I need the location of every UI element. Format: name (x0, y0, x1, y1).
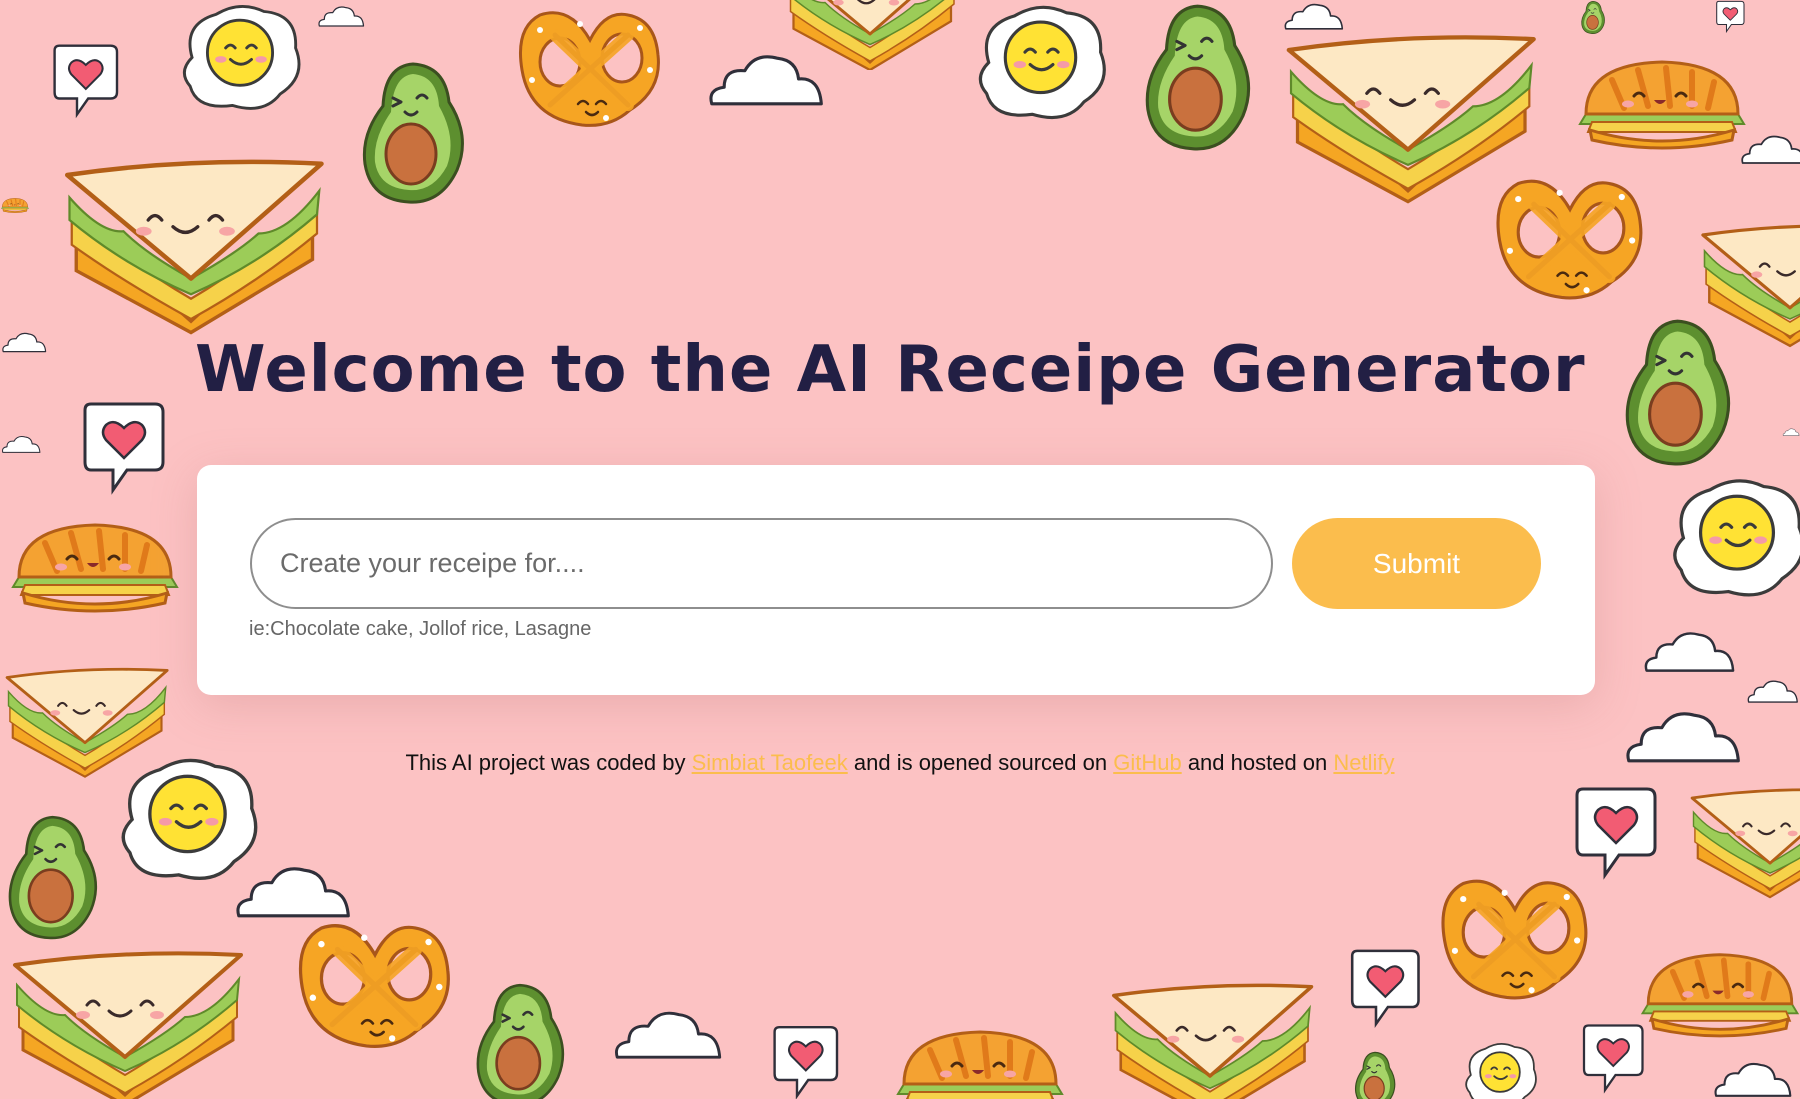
fried-egg-icon (968, 0, 1113, 125)
cloud-icon (1782, 392, 1800, 472)
recipe-search-input[interactable] (250, 518, 1273, 609)
avocado-icon (1135, 0, 1260, 155)
recipe-form-card: Submit ie:Chocolate cake, Jollof rice, L… (197, 465, 1595, 695)
burger-icon (0, 515, 190, 615)
fried-egg-icon (165, 0, 315, 115)
burger-icon (880, 1022, 1080, 1099)
cloud-icon (225, 860, 360, 922)
cloud-icon (316, 0, 366, 32)
avocado-icon (338, 58, 488, 208)
cloud-icon (1705, 1058, 1800, 1099)
footer-text-2: and is opened sourced on (853, 750, 1108, 775)
pretzel-icon (285, 912, 465, 1062)
pretzel-icon (1480, 168, 1660, 313)
cloud-icon (1745, 668, 1800, 714)
sandwich-icon (1685, 758, 1800, 923)
cloud-icon (600, 1005, 735, 1063)
sandwich-icon (0, 945, 250, 1099)
burger-icon (0, 150, 30, 260)
heart-bubble-icon (68, 400, 178, 500)
sandwich-icon (1095, 978, 1325, 1099)
heart-bubble-icon (1560, 785, 1670, 885)
avocado-icon (1605, 315, 1750, 470)
heart-bubble-icon (45, 40, 125, 125)
input-hint: ie:Chocolate cake, Jollof rice, Lasagne (249, 618, 592, 640)
footer-text-1: This AI project was coded by (405, 750, 686, 775)
pretzel-icon (500, 0, 680, 140)
sandwich-icon (1278, 20, 1538, 210)
burger-icon (1567, 52, 1757, 152)
avocado-icon (455, 980, 585, 1099)
submit-button[interactable]: Submit (1292, 518, 1541, 609)
pretzel-icon (1425, 868, 1605, 1013)
page-title: Welcome to the AI Receipe Generator (195, 333, 1586, 407)
fried-egg-icon (1430, 1040, 1570, 1099)
avocado-icon (1538, 0, 1648, 35)
sandwich-icon (750, 0, 990, 70)
author-link[interactable]: Simbiat Taofeek (692, 750, 848, 775)
cloud-icon (0, 320, 48, 364)
footer-credits: This AI project was coded by Simbiat Tao… (0, 750, 1800, 776)
footer-text-3: and hosted on (1187, 750, 1328, 775)
netlify-link[interactable]: Netlify (1333, 750, 1394, 775)
heart-bubble-icon (1575, 1020, 1650, 1099)
sandwich-icon (56, 150, 326, 335)
cloud-icon (1246, 0, 1381, 32)
cloud-icon (0, 420, 42, 468)
avocado-icon (0, 800, 105, 955)
cloud-icon (1640, 625, 1738, 677)
heart-bubble-icon (765, 1024, 845, 1099)
github-link[interactable]: GitHub (1113, 750, 1181, 775)
heart-bubble-icon (1342, 945, 1427, 1035)
burger-icon (1635, 945, 1800, 1040)
avocado-icon (1325, 1050, 1425, 1099)
sandwich-icon (0, 640, 170, 800)
cloud-icon (698, 48, 833, 110)
sandwich-icon (1695, 195, 1800, 370)
cloud-icon (1738, 118, 1800, 180)
fried-egg-icon (1662, 468, 1800, 608)
heart-bubble-icon (1700, 0, 1760, 35)
